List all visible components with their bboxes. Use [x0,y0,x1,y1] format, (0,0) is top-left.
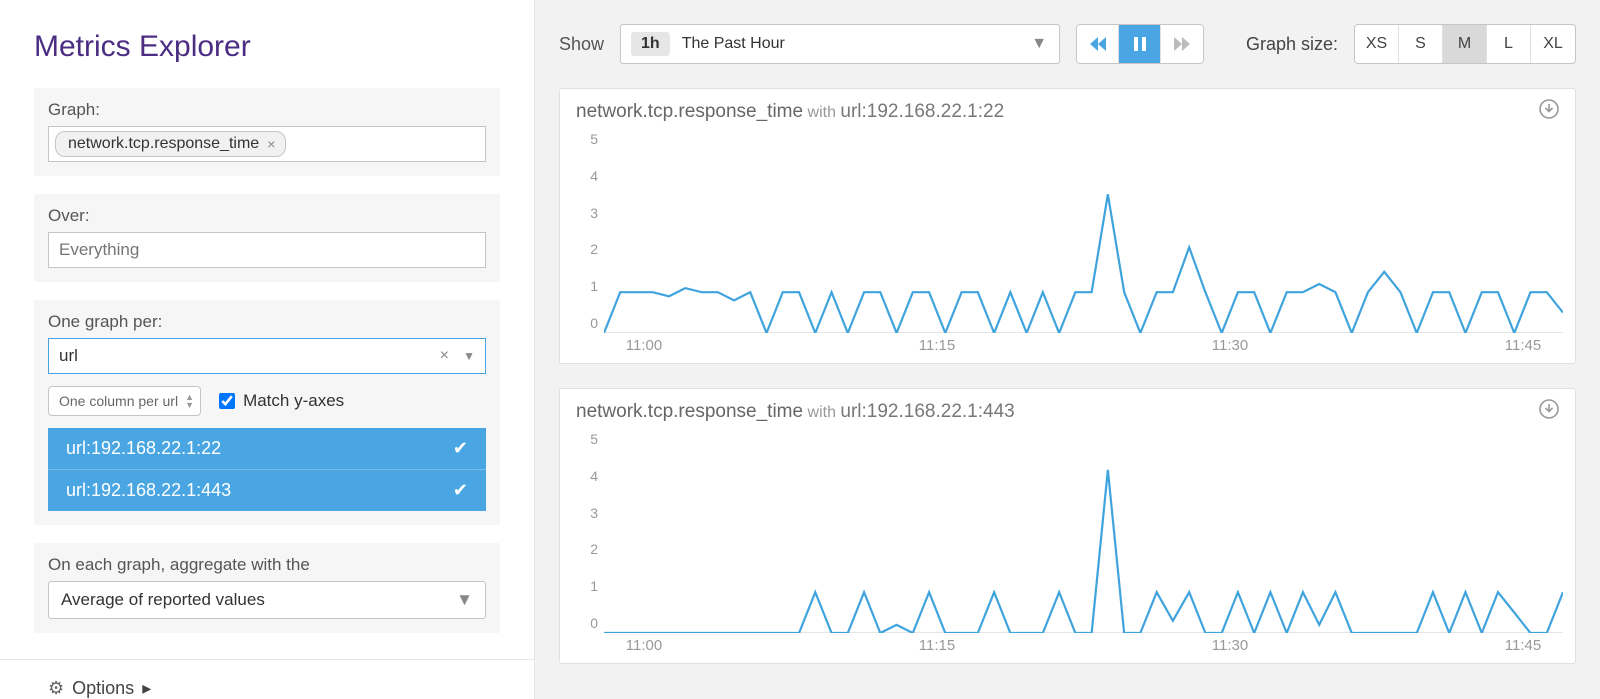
over-label: Over: [48,206,486,226]
graph-metric-input[interactable]: network.tcp.response_time × [48,126,486,162]
over-input[interactable] [48,232,486,268]
pause-button[interactable] [1119,25,1161,63]
remove-token-icon[interactable]: × [267,136,275,152]
time-range-picker[interactable]: 1h The Past Hour ▼ [620,24,1060,64]
chart-body: 54321011:0011:1511:3011:45 [572,429,1563,659]
chevron-down-icon[interactable]: ▼ [1031,35,1047,53]
aggregate-select[interactable]: Average of reported values ▼ [48,581,486,619]
graph-size-label: Graph size: [1246,34,1338,55]
aggregate-section: On each graph, aggregate with the Averag… [34,543,500,633]
size-button-l[interactable]: L [1487,25,1531,63]
url-item-label: url:192.168.22.1:22 [66,438,221,459]
time-text: The Past Hour [682,35,785,53]
chart-tag: url:192.168.22.1:22 [840,101,1004,122]
main-panel: Show 1h The Past Hour ▼ Graph size: XSSM… [535,0,1600,699]
sidebar: Metrics Explorer Graph: network.tcp.resp… [0,0,535,699]
x-axis-labels: 11:0011:1511:3011:45 [604,633,1563,659]
chart-header: network.tcp.response_time with url:192.1… [572,397,1563,429]
match-y-axes-input[interactable] [219,393,235,409]
gear-icon: ⚙ [48,678,64,699]
y-axis-labels: 543210 [572,129,604,359]
aggregate-label: On each graph, aggregate with the [48,555,486,575]
forward-button[interactable] [1161,25,1203,63]
one-graph-per-section: One graph per: url × ▼ One column per ur… [34,300,500,525]
rewind-button[interactable] [1077,25,1119,63]
match-y-axes-checkbox[interactable]: Match y-axes [219,391,344,411]
chart-metric: network.tcp.response_time [576,101,803,122]
over-section: Over: [34,194,500,282]
chart-tag: url:192.168.22.1:443 [840,401,1014,422]
plot-area: 11:0011:1511:3011:45 [604,429,1563,659]
options-label: Options [72,678,134,699]
metric-token-label: network.tcp.response_time [68,135,259,153]
one-graph-per-label: One graph per: [48,312,486,332]
one-column-per-select[interactable]: One column per url ▲▼ [48,386,201,416]
options-toggle[interactable]: ⚙ Options ▸ [0,659,534,699]
chart-header: network.tcp.response_time with url:192.1… [572,97,1563,129]
download-icon[interactable] [1539,99,1559,125]
chart-metric: network.tcp.response_time [576,401,803,422]
graph-label: Graph: [48,100,486,120]
clear-icon[interactable]: × [440,347,449,365]
chart-with: with [803,104,840,121]
chart-with: with [803,404,840,421]
chart-body: 54321011:0011:1511:3011:45 [572,129,1563,359]
size-button-xs[interactable]: XS [1355,25,1399,63]
show-label: Show [559,34,604,55]
chevron-right-icon: ▸ [142,678,151,699]
check-icon: ✔ [453,480,468,501]
url-item[interactable]: url:192.168.22.1:443 ✔ [48,469,486,511]
url-item[interactable]: url:192.168.22.1:22 ✔ [48,428,486,469]
graph-size-buttons: XSSMLXL [1354,24,1576,64]
url-item-label: url:192.168.22.1:443 [66,480,231,501]
aggregate-value: Average of reported values [61,590,265,610]
stepper-icon: ▲▼ [185,393,194,409]
chart-card: network.tcp.response_time with url:192.1… [559,88,1576,364]
url-list: url:192.168.22.1:22✔url:192.168.22.1:443… [48,428,486,511]
play-controls [1076,24,1204,64]
chevron-down-icon[interactable]: ▼ [456,590,473,610]
time-pill: 1h [631,32,670,56]
match-y-axes-label: Match y-axes [243,391,344,411]
y-axis-labels: 543210 [572,429,604,659]
charts-container: network.tcp.response_time with url:192.1… [559,88,1576,664]
one-graph-per-value: url [59,346,78,366]
x-axis-labels: 11:0011:1511:3011:45 [604,333,1563,359]
chevron-down-icon[interactable]: ▼ [463,349,475,363]
download-icon[interactable] [1539,399,1559,425]
one-column-per-label: One column per url [59,393,178,409]
graph-section: Graph: network.tcp.response_time × [34,88,500,176]
one-graph-per-select[interactable]: url × ▼ [48,338,486,374]
metric-token[interactable]: network.tcp.response_time × [55,131,286,157]
page-title: Metrics Explorer [0,0,534,88]
size-button-m[interactable]: M [1443,25,1487,63]
plot-area: 11:0011:1511:3011:45 [604,129,1563,359]
check-icon: ✔ [453,438,468,459]
size-button-xl[interactable]: XL [1531,25,1575,63]
chart-card: network.tcp.response_time with url:192.1… [559,388,1576,664]
toolbar: Show 1h The Past Hour ▼ Graph size: XSSM… [559,24,1576,64]
size-button-s[interactable]: S [1399,25,1443,63]
